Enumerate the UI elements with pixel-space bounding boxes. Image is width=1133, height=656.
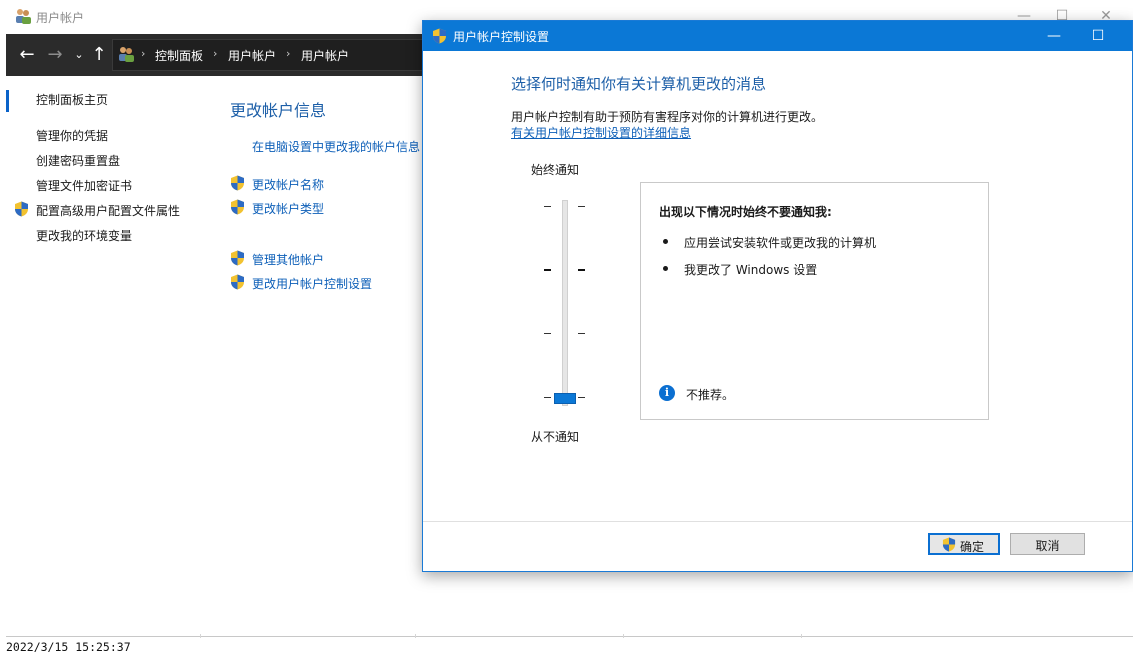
level-description-box: 出现以下情况时始终不要通知我: 应用尝试安装软件或更改我的计算机 我更改了 Wi…: [640, 182, 989, 420]
recent-locations-chevron-icon[interactable]: ⌄: [68, 44, 90, 66]
dialog-title: 用户帐户控制设置: [453, 30, 550, 44]
uac-shield-icon: [231, 274, 244, 290]
change-account-type-link[interactable]: 更改帐户类型: [252, 200, 324, 217]
slider-bottom-label: 从不通知: [531, 430, 580, 444]
uac-shield-icon: [15, 201, 28, 217]
sidebar-item-environment-variables[interactable]: 更改我的环境变量: [36, 227, 132, 244]
ok-button[interactable]: 确定: [928, 533, 1000, 555]
dialog-footer-divider: [423, 521, 1132, 522]
breadcrumb-separator-icon: ›: [141, 47, 146, 60]
statusbar-divider: [415, 634, 416, 638]
uac-more-info-link[interactable]: 有关用户帐户控制设置的详细信息: [511, 124, 691, 141]
uac-shield-icon: [231, 175, 244, 191]
uac-shield-icon: [433, 28, 446, 44]
slider-tick: [578, 397, 585, 398]
statusbar-divider: [200, 634, 201, 638]
sidebar-home-link[interactable]: 控制面板主页: [36, 91, 108, 108]
ok-button-label: 确定: [960, 540, 985, 554]
not-recommended-note: 不推荐。: [686, 388, 735, 402]
cancel-button[interactable]: 取消: [1010, 533, 1085, 555]
sidebar-item-manage-credentials[interactable]: 管理你的凭据: [36, 127, 108, 144]
level-description-bullet: 我更改了 Windows 设置: [684, 263, 818, 277]
uac-shield-icon: [231, 199, 244, 215]
bullet-icon: [663, 239, 668, 244]
uac-shield-icon: [942, 537, 956, 552]
sidebar-item-advanced-profile-properties[interactable]: 配置高级用户配置文件属性: [36, 202, 180, 219]
change-uac-settings-link[interactable]: 更改用户帐户控制设置: [252, 275, 372, 292]
back-arrow-icon[interactable]: ←: [16, 44, 38, 66]
page-heading: 更改帐户信息: [230, 101, 327, 120]
slider-tick: [578, 206, 585, 207]
dialog-minimize-button[interactable]: —: [1042, 25, 1066, 47]
pc-settings-account-link[interactable]: 在电脑设置中更改我的帐户信息: [252, 138, 420, 155]
users-icon: [119, 47, 134, 62]
slider-top-label: 始终通知: [531, 163, 580, 177]
dialog-description: 用户帐户控制有助于预防有害程序对你的计算机进行更改。: [511, 110, 824, 124]
window-title: 用户帐户: [36, 11, 85, 25]
slider-tick: [544, 206, 551, 207]
slider-tick: [544, 397, 551, 398]
dialog-heading: 选择何时通知你有关计算机更改的消息: [511, 75, 767, 93]
sidebar-selection-marker: [6, 90, 9, 112]
dialog-titlebar: 用户帐户控制设置 — ☐: [423, 21, 1132, 51]
notification-level-slider-track[interactable]: [562, 200, 568, 406]
cancel-button-label: 取消: [1035, 539, 1060, 553]
uac-shield-icon: [231, 250, 244, 266]
level-description-bullet: 应用尝试安装软件或更改我的计算机: [684, 236, 877, 250]
sidebar-item-password-reset-disk[interactable]: 创建密码重置盘: [36, 152, 120, 169]
users-icon: [16, 9, 31, 24]
address-bar[interactable]: › 控制面板 › 用户帐户 › 用户帐户: [112, 39, 424, 71]
breadcrumb-separator-icon: ›: [213, 47, 218, 60]
slider-tick: [544, 269, 551, 271]
dialog-maximize-button[interactable]: ☐: [1086, 25, 1110, 47]
slider-tick: [578, 269, 585, 271]
sidebar-item-file-encryption-certs[interactable]: 管理文件加密证书: [36, 177, 132, 194]
breadcrumb-user-accounts-current[interactable]: 用户帐户: [301, 47, 349, 64]
up-arrow-icon[interactable]: ↑: [88, 44, 110, 66]
breadcrumb-separator-icon: ›: [286, 47, 291, 60]
info-icon: i: [659, 385, 675, 401]
slider-tick: [544, 333, 551, 334]
uac-settings-dialog: 用户帐户控制设置 — ☐ 选择何时通知你有关计算机更改的消息 用户帐户控制有助于…: [422, 20, 1133, 572]
statusbar-divider: [801, 634, 802, 638]
forward-arrow-icon[interactable]: →: [44, 44, 66, 66]
notification-level-slider-thumb[interactable]: [554, 393, 576, 404]
level-description-title: 出现以下情况时始终不要通知我:: [659, 205, 832, 219]
manage-other-accounts-link[interactable]: 管理其他帐户: [252, 251, 324, 268]
bullet-icon: [663, 266, 668, 271]
change-account-name-link[interactable]: 更改帐户名称: [252, 176, 324, 193]
breadcrumb-control-panel[interactable]: 控制面板: [155, 47, 203, 64]
statusbar-divider: [623, 634, 624, 638]
timestamp-overlay: 2022/3/15 15:25:37: [6, 640, 131, 654]
slider-tick: [578, 333, 585, 334]
breadcrumb-user-accounts[interactable]: 用户帐户: [228, 47, 276, 64]
